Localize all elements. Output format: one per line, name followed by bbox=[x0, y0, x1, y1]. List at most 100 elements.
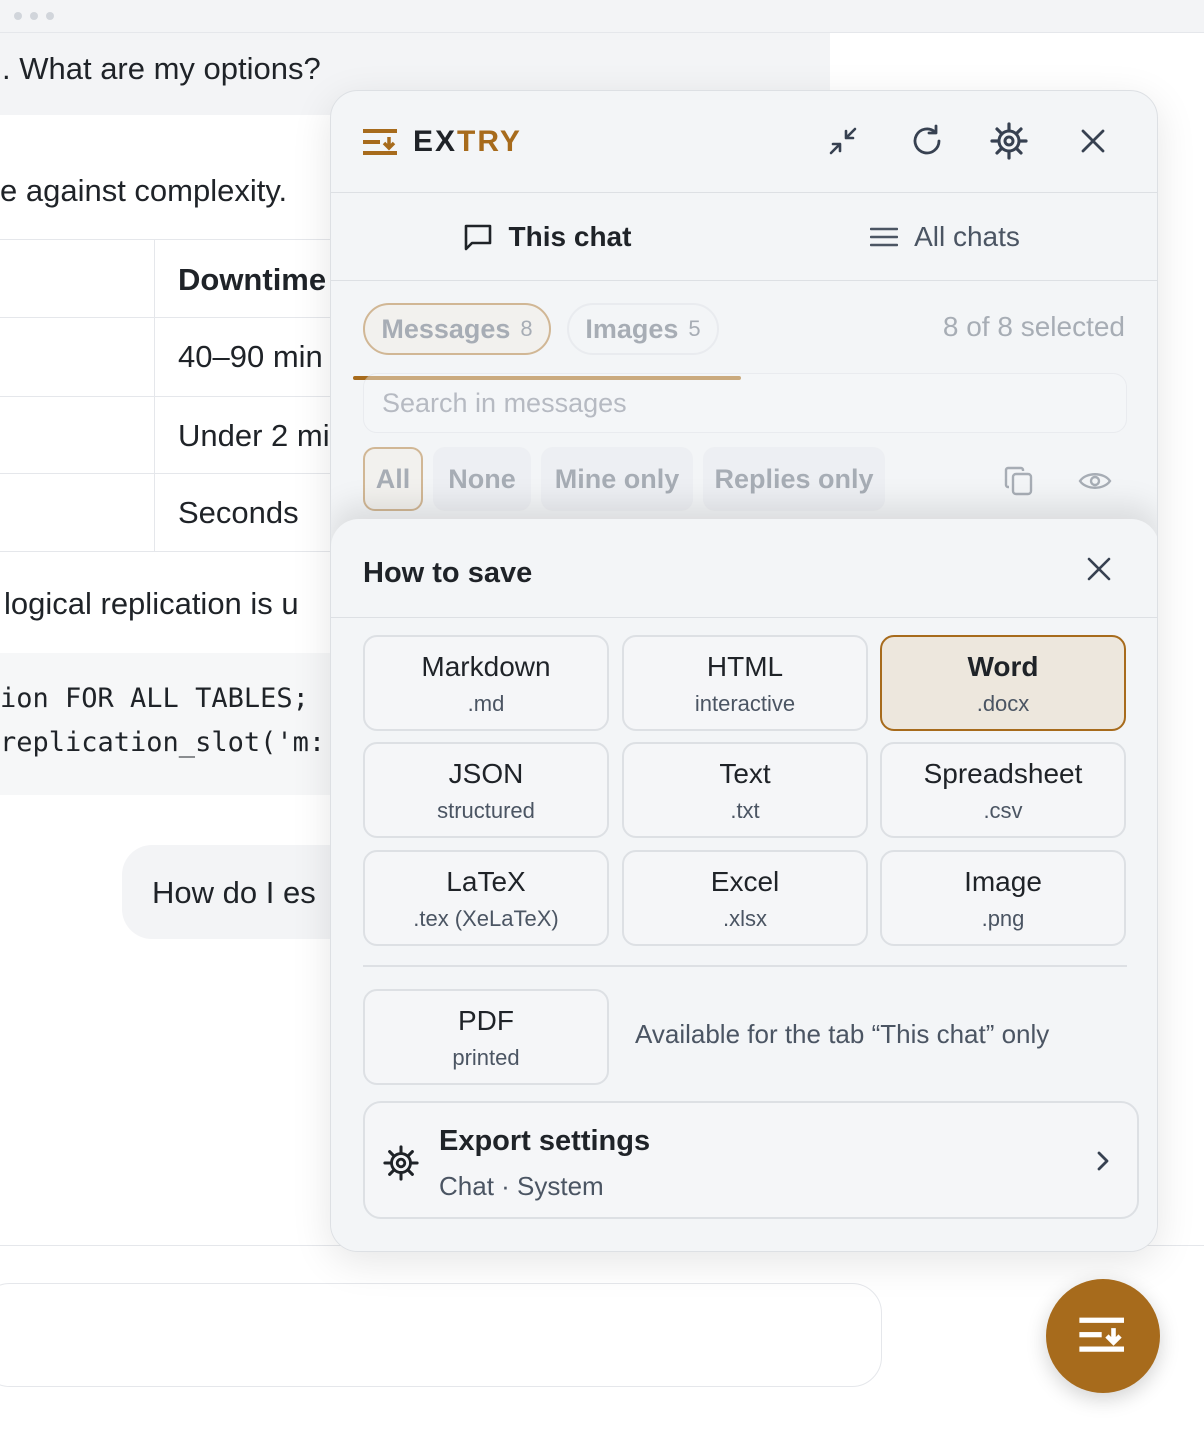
extry-fab-button[interactable] bbox=[1046, 1279, 1160, 1393]
refresh-icon bbox=[913, 124, 941, 155]
panel-header: EXTRY bbox=[331, 91, 1157, 193]
tab-label: This chat bbox=[508, 221, 632, 252]
format-html-button[interactable]: HTML interactive bbox=[622, 635, 868, 731]
chat-input[interactable] bbox=[0, 1283, 882, 1387]
filter-replies-only[interactable]: Replies only bbox=[703, 447, 885, 511]
export-settings-subtitle: Chat · System bbox=[439, 1171, 604, 1201]
close-icon bbox=[1081, 129, 1105, 153]
chevron-right-icon bbox=[1097, 1151, 1109, 1171]
table-row: 40–90 min bbox=[0, 318, 340, 397]
gear-icon bbox=[990, 122, 1028, 160]
table-cell: Under 2 mi bbox=[178, 418, 330, 453]
assistant-text-line: e against complexity. bbox=[0, 173, 288, 208]
window-control-dot[interactable] bbox=[30, 12, 38, 20]
format-sub: .png bbox=[981, 906, 1025, 931]
close-icon bbox=[1087, 557, 1111, 581]
settings-button[interactable] bbox=[989, 121, 1029, 161]
table-header-row: Downtime bbox=[0, 240, 340, 318]
table-cell: Seconds bbox=[178, 495, 299, 530]
close-panel-button[interactable] bbox=[1073, 121, 1113, 161]
table-header-cell: Downtime bbox=[178, 262, 327, 297]
format-sub: structured bbox=[437, 798, 535, 823]
extry-panel: EXTRY This chat All chats Messages 8 Ima… bbox=[330, 90, 1158, 1252]
format-sub: interactive bbox=[694, 691, 796, 716]
format-json-button[interactable]: JSON structured bbox=[363, 742, 609, 838]
eye-icon bbox=[1078, 473, 1112, 489]
how-to-save-sheet: How to save Markdown .md HTML interactiv… bbox=[331, 519, 1157, 1251]
list-icon bbox=[870, 227, 899, 247]
collapse-icon bbox=[829, 127, 857, 155]
format-word-button[interactable]: Word .docx bbox=[880, 635, 1126, 731]
format-name: JSON bbox=[448, 758, 524, 789]
format-spreadsheet-button[interactable]: Spreadsheet .csv bbox=[880, 742, 1126, 838]
window-titlebar bbox=[0, 0, 1204, 33]
chat-bubble-icon bbox=[464, 224, 491, 251]
format-markdown-button[interactable]: Markdown .md bbox=[363, 635, 609, 731]
format-pdf-button[interactable]: PDF printed bbox=[363, 989, 609, 1085]
format-name: Text bbox=[719, 758, 771, 789]
tab-this-chat[interactable]: This chat bbox=[353, 193, 741, 281]
user-message-text: How do I es bbox=[152, 875, 316, 910]
format-sub: .csv bbox=[983, 798, 1023, 823]
panel-tabs: This chat All chats bbox=[331, 193, 1157, 380]
table-cell: 40–90 min bbox=[178, 339, 323, 374]
gear-icon bbox=[383, 1145, 419, 1181]
window-control-dot[interactable] bbox=[14, 12, 22, 20]
search-input[interactable] bbox=[363, 373, 1127, 433]
export-settings-title: Export settings bbox=[439, 1125, 651, 1157]
format-latex-button[interactable]: LaTeX .tex (XeLaTeX) bbox=[363, 850, 609, 946]
export-settings-button[interactable]: Export settings Chat · System bbox=[363, 1101, 1139, 1219]
chip-label: Images bbox=[585, 313, 679, 344]
copy-button[interactable] bbox=[999, 461, 1039, 501]
extry-logo-icon bbox=[1079, 1317, 1124, 1352]
chip-label: Messages bbox=[381, 313, 511, 344]
copy-icon bbox=[1004, 466, 1033, 496]
selected-count: 8 of 8 selected bbox=[942, 311, 1125, 342]
refresh-button[interactable] bbox=[907, 121, 947, 161]
format-sub: .xlsx bbox=[723, 906, 767, 931]
format-name: Markdown bbox=[421, 651, 551, 682]
divider bbox=[331, 617, 1157, 618]
format-name: Word bbox=[967, 651, 1039, 682]
sheet-title: How to save bbox=[363, 557, 533, 589]
filter-mine-only[interactable]: Mine only bbox=[541, 447, 693, 511]
format-sub: .txt bbox=[730, 798, 760, 823]
format-name: Image bbox=[964, 866, 1042, 897]
chip-count: 5 bbox=[688, 316, 701, 341]
format-excel-button[interactable]: Excel .xlsx bbox=[622, 850, 868, 946]
pdf-availability-note: Available for the tab “This chat” only bbox=[635, 1019, 1050, 1049]
tab-label: All chats bbox=[914, 221, 1020, 252]
comparison-table: Downtime 40–90 min Under 2 mi Seconds bbox=[0, 239, 340, 552]
format-name: LaTeX bbox=[446, 866, 526, 897]
format-name: Spreadsheet bbox=[923, 758, 1083, 789]
assistant-text-line: logical replication is u bbox=[4, 586, 299, 621]
preview-button[interactable] bbox=[1075, 461, 1115, 501]
collapse-button[interactable] bbox=[823, 121, 863, 161]
format-name: HTML bbox=[706, 651, 784, 682]
chip-images[interactable]: Images 5 bbox=[567, 303, 719, 355]
code-line: replication_slot('m: bbox=[0, 727, 326, 758]
format-sub: printed bbox=[452, 1045, 520, 1070]
format-sub: .tex (XeLaTeX) bbox=[413, 906, 559, 931]
chip-count: 8 bbox=[520, 316, 533, 341]
format-image-button[interactable]: Image .png bbox=[880, 850, 1126, 946]
close-sheet-button[interactable] bbox=[1079, 549, 1119, 589]
filter-all[interactable]: All bbox=[363, 447, 423, 511]
format-sub: .docx bbox=[976, 691, 1030, 716]
code-line: ion FOR ALL TABLES; bbox=[0, 683, 309, 714]
filter-none[interactable]: None bbox=[433, 447, 531, 511]
extry-logo-icon bbox=[363, 129, 397, 155]
table-row: Under 2 mi bbox=[0, 397, 340, 474]
format-text-button[interactable]: Text .txt bbox=[622, 742, 868, 838]
chip-messages[interactable]: Messages 8 bbox=[363, 303, 551, 355]
table-row: Seconds bbox=[0, 474, 340, 552]
tab-all-chats[interactable]: All chats bbox=[751, 193, 1139, 281]
format-name: PDF bbox=[458, 1005, 514, 1036]
code-block: ion FOR ALL TABLES; replication_slot('m: bbox=[0, 653, 340, 795]
window-control-dot[interactable] bbox=[46, 12, 54, 20]
user-message-text: . What are my options? bbox=[2, 51, 321, 86]
format-name: Excel bbox=[710, 866, 780, 897]
divider bbox=[363, 965, 1127, 967]
format-sub: .md bbox=[467, 691, 505, 716]
brand-name: EXTRY bbox=[413, 125, 522, 158]
